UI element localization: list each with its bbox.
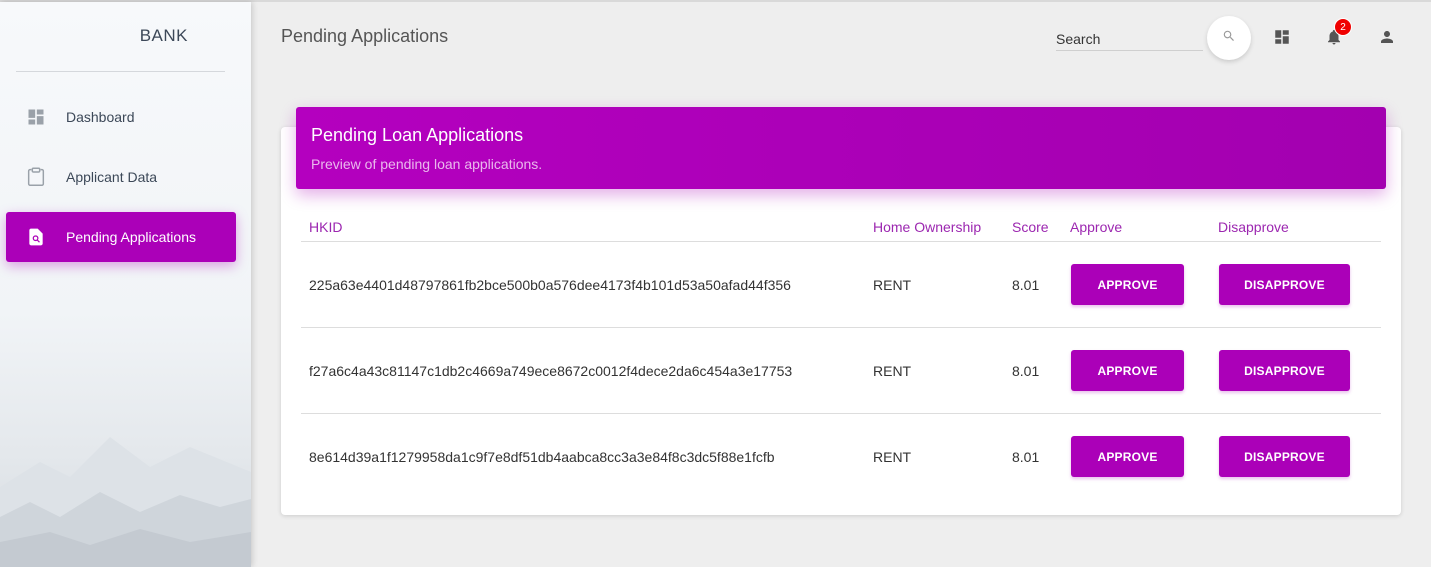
score-cell: 8.01 — [1012, 363, 1040, 379]
search-button[interactable] — [1207, 16, 1251, 60]
brand-divider — [16, 71, 225, 72]
card-subtitle: Preview of pending loan applications. — [311, 156, 543, 172]
row-divider — [301, 327, 1381, 328]
sidebar-item-label: Dashboard — [66, 109, 135, 125]
home-ownership-cell: RENT — [873, 363, 912, 379]
hkid-cell: 8e614d39a1f1279958da1c9f7e8df51db4aabca8… — [309, 449, 775, 465]
column-header-approve: Approve — [1070, 219, 1123, 235]
sidebar: BANK Dashboard Applicant Data Pending Ap… — [0, 2, 251, 567]
search-document-icon — [6, 227, 66, 247]
approve-button[interactable]: APPROVE — [1071, 436, 1184, 477]
card-title: Pending Loan Applications — [311, 125, 524, 145]
disapprove-button[interactable]: DISAPPROVE — [1219, 264, 1350, 305]
sidebar-item-applicant-data[interactable]: Applicant Data — [6, 152, 236, 202]
column-header-score: Score — [1012, 219, 1049, 235]
column-header-hkid: HKID — [309, 219, 343, 235]
sidebar-item-dashboard[interactable]: Dashboard — [6, 92, 236, 142]
approve-button[interactable]: APPROVE — [1071, 350, 1184, 391]
score-cell: 8.01 — [1012, 277, 1040, 293]
sidebar-item-label: Pending Applications — [66, 229, 196, 245]
approve-button[interactable]: APPROVE — [1071, 264, 1184, 305]
hkid-cell: 225a63e4401d48797861fb2bce500b0a576dee41… — [309, 277, 791, 293]
clipboard-icon — [6, 166, 66, 188]
sidebar-item-label: Applicant Data — [66, 169, 158, 185]
column-header-disapprove: Disapprove — [1218, 219, 1289, 235]
home-ownership-cell: RENT — [873, 277, 912, 293]
dashboard-icon[interactable] — [1270, 25, 1294, 49]
column-header-home-ownership: Home Ownership — [873, 219, 982, 235]
disapprove-button[interactable]: DISAPPROVE — [1219, 436, 1350, 477]
user-account-icon[interactable] — [1375, 25, 1399, 49]
score-cell: 8.01 — [1012, 449, 1040, 465]
disapprove-button[interactable]: DISAPPROVE — [1219, 350, 1350, 391]
dashboard-icon — [6, 107, 66, 127]
notification-badge: 2 — [1334, 18, 1352, 36]
hkid-cell: f27a6c4a43c81147c1db2c4669a749ece8672c00… — [309, 363, 793, 379]
page-title: Pending Applications — [281, 26, 449, 46]
brand-logo[interactable]: BANK — [0, 26, 251, 50]
card-header: Pending Loan Applications Preview of pen… — [296, 107, 1386, 189]
row-divider — [301, 413, 1381, 414]
sidebar-background-image — [0, 437, 251, 567]
search-icon — [1222, 29, 1236, 48]
sidebar-item-pending-applications[interactable]: Pending Applications — [6, 212, 236, 262]
table-header-divider — [301, 241, 1381, 242]
home-ownership-cell: RENT — [873, 449, 912, 465]
search-input[interactable] — [1056, 27, 1203, 51]
